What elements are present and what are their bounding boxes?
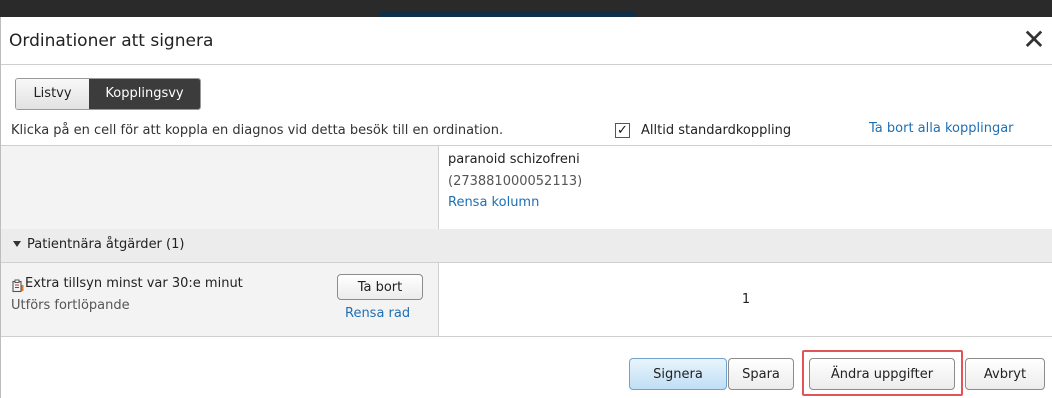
clear-row-link[interactable]: Rensa rad [345, 306, 410, 321]
link-grid: paranoid schizofreni (273881000052113) R… [1, 145, 1052, 345]
grid-header-row: paranoid schizofreni (273881000052113) R… [1, 145, 1052, 229]
sign-button[interactable]: Signera [629, 358, 727, 390]
order-name: Extra tillsyn minst var 30:e minut [25, 276, 243, 291]
diagnosis-code: (273881000052113) [448, 174, 583, 189]
order-row: Extra tillsyn minst var 30:e minut Utför… [1, 263, 1052, 337]
order-cell: Extra tillsyn minst var 30:e minut Utför… [1, 263, 439, 336]
info-row: Klicka på en cell för att koppla en diag… [1, 119, 1052, 145]
diagnosis-name: paranoid schizofreni [448, 152, 580, 167]
edit-details-button[interactable]: Ändra uppgifter [809, 358, 955, 390]
tab-kopplingsvy[interactable]: Kopplingsvy [89, 79, 200, 109]
instruction-text: Klicka på en cell för att koppla en diag… [11, 123, 504, 138]
clear-column-link[interactable]: Rensa kolumn [448, 195, 539, 210]
dialog-title: Ordinationer att signera [9, 31, 214, 51]
group-label: Patientnära åtgärder (1) [27, 237, 185, 252]
remove-all-links-link[interactable]: Ta bort alla kopplingar [869, 121, 1014, 136]
dialog-header: Ordinationer att signera ✕ [1, 17, 1052, 65]
sign-orders-dialog: Ordinationer att signera ✕ Listvy Koppli… [0, 17, 1052, 398]
clipboard-icon [12, 279, 24, 293]
standard-link-checkbox[interactable]: ✓ [615, 123, 630, 138]
close-icon[interactable]: ✕ [1019, 25, 1049, 55]
link-cell[interactable]: 1 [439, 263, 1052, 336]
group-row-patientnara[interactable]: Patientnära åtgärder (1) [1, 229, 1052, 263]
standard-link-checkbox-label[interactable]: Alltid standardkoppling [641, 123, 791, 138]
caret-down-icon [13, 241, 21, 247]
tab-listvy[interactable]: Listvy [16, 79, 89, 109]
save-button[interactable]: Spara [728, 358, 794, 390]
remove-order-button[interactable]: Ta bort [337, 274, 423, 300]
diagnosis-column-header: paranoid schizofreni (273881000052113) R… [439, 146, 1052, 229]
app-top-bar [0, 0, 1052, 17]
order-subtitle: Utförs fortlöpande [11, 298, 130, 313]
view-toggle: Listvy Kopplingsvy [15, 78, 201, 110]
grid-corner-cell [1, 146, 439, 229]
dialog-footer: Signera Spara Ändra uppgifter Avbryt [1, 345, 1052, 398]
cancel-button[interactable]: Avbryt [965, 358, 1045, 390]
